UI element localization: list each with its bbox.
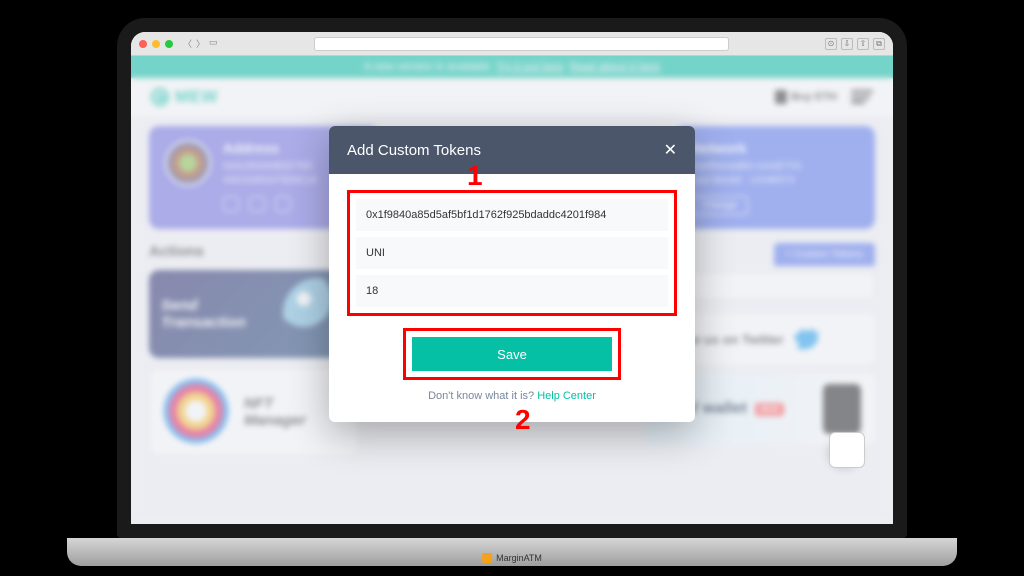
minimize-window[interactable] — [152, 40, 160, 48]
token-symbol-input[interactable] — [356, 237, 668, 269]
share-icon[interactable]: ⇧ — [857, 38, 869, 50]
close-icon[interactable]: ✕ — [664, 140, 677, 160]
browser-toolbar: 〈 〉 ▭ ⊙ ⇩ ⇧ ⧉ — [131, 32, 893, 56]
laptop-base: MarginATM — [67, 538, 957, 566]
back-icon[interactable]: 〈 — [183, 37, 192, 50]
address-bar[interactable] — [314, 37, 729, 51]
save-button[interactable]: Save — [412, 337, 612, 371]
contract-address-input[interactable] — [356, 199, 668, 231]
modal-title: Add Custom Tokens — [347, 142, 481, 159]
window-controls[interactable] — [139, 40, 173, 48]
watermark: MarginATM — [482, 553, 542, 563]
forward-icon[interactable]: 〉 — [196, 37, 205, 50]
app-root: A new version is available Try it out he… — [131, 56, 893, 524]
save-button-highlight: Save — [403, 328, 621, 380]
maximize-window[interactable] — [165, 40, 173, 48]
add-custom-tokens-modal: Add Custom Tokens ✕ Save — [329, 126, 695, 422]
reader-icon[interactable]: ⊙ — [825, 38, 837, 50]
download-icon[interactable]: ⇩ — [841, 38, 853, 50]
sidebar-icon[interactable]: ▭ — [209, 37, 218, 50]
tabs-icon[interactable]: ⧉ — [873, 38, 885, 50]
token-fields-highlight — [347, 190, 677, 316]
help-chat-button[interactable]: ? — [829, 434, 859, 464]
annotation-2: 2 — [515, 404, 531, 436]
help-center-link[interactable]: Help Center — [537, 390, 596, 402]
close-window[interactable] — [139, 40, 147, 48]
help-text: Don't know what it is? Help Center — [347, 390, 677, 402]
annotation-1: 1 — [467, 160, 483, 192]
token-decimals-input[interactable] — [356, 275, 668, 307]
